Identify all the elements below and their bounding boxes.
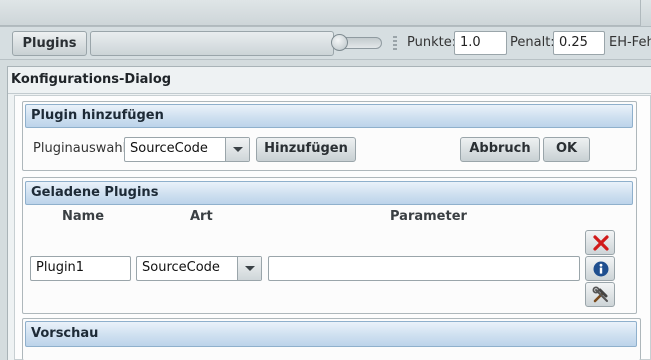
punkte-label: Punkte: bbox=[407, 35, 457, 50]
cancel-button[interactable]: Abbruch bbox=[460, 137, 540, 162]
info-icon bbox=[593, 261, 609, 277]
plugin-select-label: Pluginauswahl: bbox=[33, 141, 131, 156]
plugins-button[interactable]: Plugins bbox=[12, 31, 87, 56]
plugin-info-button[interactable] bbox=[585, 256, 615, 281]
tools-icon bbox=[592, 286, 608, 303]
remove-plugin-button[interactable] bbox=[585, 230, 615, 255]
column-header-name: Name bbox=[62, 209, 105, 224]
eh-label: EH-Fehl bbox=[609, 35, 651, 50]
plugin-select-value: SourceCode bbox=[130, 141, 208, 156]
chevron-down-icon[interactable] bbox=[225, 138, 249, 161]
plugin-type-select[interactable]: SourceCode bbox=[136, 256, 262, 281]
plugin-config-button[interactable] bbox=[585, 282, 615, 307]
preview-panel-header: Vorschau bbox=[25, 321, 637, 347]
dialog-title: Konfigurations-Dialog bbox=[11, 72, 172, 87]
chevron-down-icon[interactable] bbox=[237, 257, 261, 280]
plugin-parameter-field[interactable] bbox=[268, 256, 580, 281]
plugin-select[interactable]: SourceCode bbox=[124, 137, 250, 162]
delete-x-icon bbox=[593, 235, 609, 251]
slider-thumb[interactable] bbox=[331, 34, 348, 51]
dialog-separator bbox=[8, 93, 651, 94]
loaded-plugins-panel-header: Geladene Plugins bbox=[25, 181, 633, 205]
app-title-bar bbox=[0, 0, 651, 27]
slider-track[interactable] bbox=[90, 31, 334, 56]
app-title-inner bbox=[0, 0, 641, 26]
column-header-parameter: Parameter bbox=[390, 209, 467, 224]
penalt-field[interactable]: 0.25 bbox=[553, 31, 605, 55]
add-plugin-panel-header: Plugin hinzufügen bbox=[25, 104, 633, 128]
ok-button[interactable]: OK bbox=[543, 137, 590, 162]
toolbar-grip[interactable] bbox=[393, 36, 397, 50]
penalt-label: Penalt: bbox=[510, 35, 555, 50]
column-header-art: Art bbox=[190, 209, 213, 224]
plugin-name-field[interactable]: Plugin1 bbox=[30, 256, 131, 281]
punkte-field[interactable]: 1.0 bbox=[454, 31, 507, 55]
add-button[interactable]: Hinzufügen bbox=[256, 137, 356, 162]
plugin-type-value: SourceCode bbox=[142, 260, 220, 275]
